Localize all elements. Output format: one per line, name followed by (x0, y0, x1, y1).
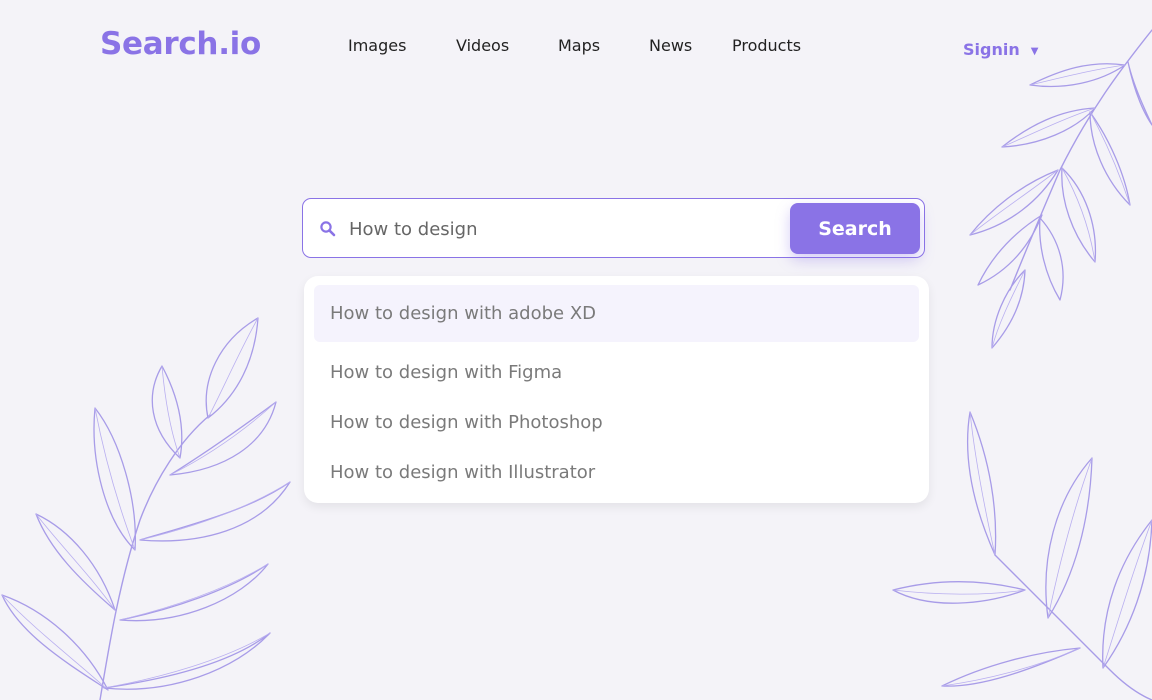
search-input[interactable] (347, 211, 781, 247)
nav-item-videos[interactable]: Videos (456, 36, 509, 55)
suggestion-item[interactable]: How to design with Photoshop (314, 394, 919, 451)
nav-item-images[interactable]: Images (348, 36, 406, 55)
top-right-branch (969, 29, 1152, 349)
suggestion-item[interactable]: How to design with adobe XD (314, 285, 919, 342)
nav-item-news[interactable]: News (649, 36, 692, 55)
nav-item-maps[interactable]: Maps (558, 36, 600, 55)
bottom-right-branch (892, 411, 1152, 700)
suggestion-item[interactable]: How to design with Figma (314, 344, 919, 401)
search-button[interactable]: Search (790, 203, 920, 254)
search-icon (320, 221, 336, 237)
signin-menu[interactable]: Signin ▼ (963, 40, 1038, 59)
search-bar: Search (302, 198, 925, 258)
logo[interactable]: Search.io (100, 26, 261, 62)
suggestions-dropdown: How to design with adobe XD How to desig… (304, 276, 929, 503)
chevron-down-icon: ▼ (1030, 45, 1039, 57)
suggestion-item[interactable]: How to design with Illustrator (314, 444, 919, 501)
nav-item-products[interactable]: Products (732, 36, 801, 55)
left-branch (1, 317, 291, 700)
signin-label: Signin (963, 40, 1020, 59)
